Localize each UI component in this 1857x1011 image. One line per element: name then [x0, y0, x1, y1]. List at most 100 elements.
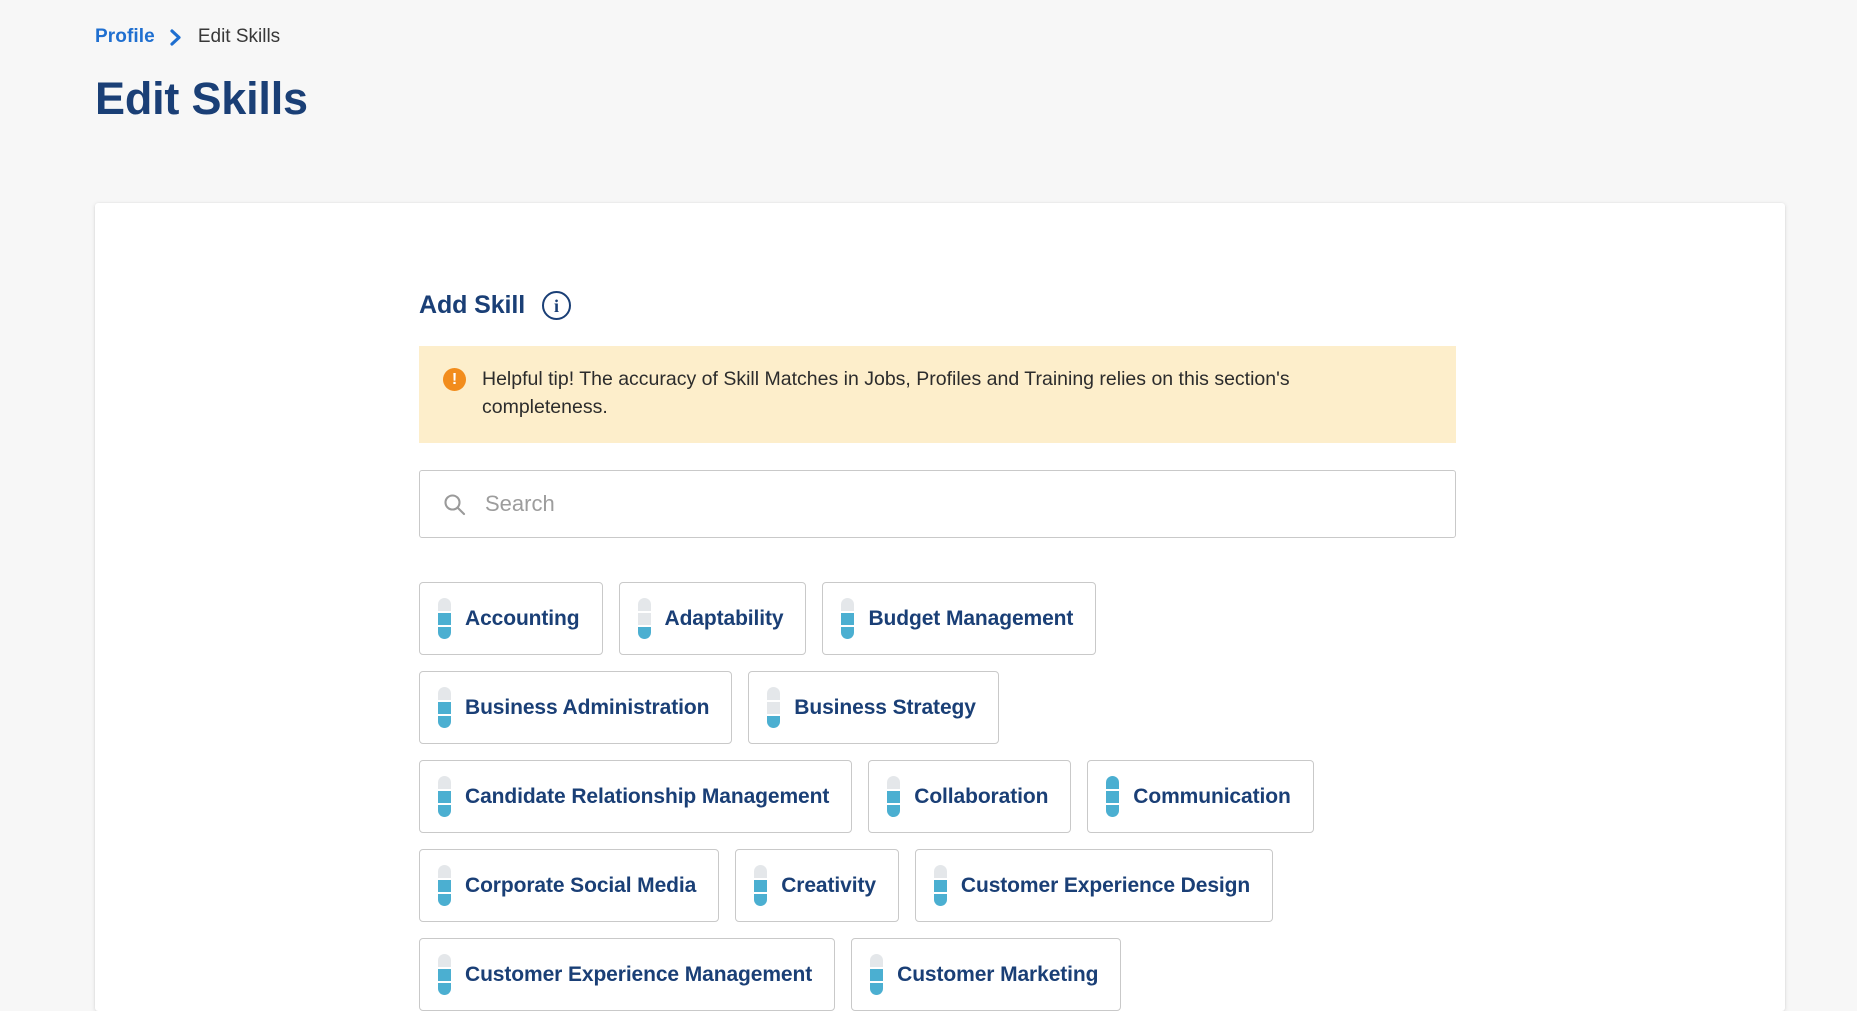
proficiency-segment: [1106, 776, 1120, 789]
page-title: Edit Skills: [95, 73, 308, 124]
proficiency-meter-icon: [438, 598, 451, 640]
add-skill-title: Add Skill: [419, 291, 526, 319]
skill-chip[interactable]: Business Strategy: [748, 671, 999, 745]
info-circle-icon[interactable]: i: [542, 291, 572, 320]
skill-chip-label: Accounting: [465, 606, 580, 630]
proficiency-segment: [438, 954, 451, 967]
skill-chip[interactable]: Business Administration: [419, 671, 733, 745]
proficiency-segment: [933, 865, 947, 878]
breadcrumb-current-edit-skills: Edit Skills: [197, 26, 281, 47]
skill-chip-label: Customer Experience Management: [465, 962, 813, 986]
skill-chip-row: Business Administration Business Strategy: [419, 671, 1785, 745]
proficiency-meter-icon: [933, 865, 947, 907]
proficiency-meter-icon: [438, 776, 451, 818]
skill-chip[interactable]: Customer Marketing: [851, 938, 1122, 1011]
proficiency-meter-icon: [870, 954, 884, 996]
proficiency-segment: [438, 716, 451, 729]
proficiency-segment: [438, 612, 451, 626]
skill-chip[interactable]: Communication: [1087, 760, 1314, 834]
proficiency-segment: [933, 879, 947, 893]
proficiency-meter-icon: [754, 865, 768, 907]
proficiency-segment: [637, 627, 651, 640]
proficiency-segment: [438, 879, 451, 893]
proficiency-segment: [438, 894, 451, 907]
proficiency-segment: [767, 687, 781, 700]
proficiency-segment: [767, 701, 781, 715]
skill-chip-list: Accounting Adaptability Budget Management B…: [419, 582, 1785, 1011]
skill-chip[interactable]: Collaboration: [868, 760, 1072, 834]
proficiency-segment: [438, 790, 451, 804]
skill-chip[interactable]: Creativity: [735, 849, 899, 923]
proficiency-segment: [438, 776, 451, 789]
proficiency-segment: [1106, 805, 1120, 818]
skill-chip-label: Creativity: [781, 873, 876, 897]
proficiency-meter-icon: [887, 776, 901, 818]
proficiency-segment: [887, 790, 901, 804]
proficiency-segment: [438, 627, 451, 640]
proficiency-segment: [1106, 790, 1120, 804]
proficiency-segment: [754, 894, 768, 907]
skill-chip-label: Business Strategy: [794, 695, 976, 719]
skill-chip-label: Business Administration: [465, 695, 710, 719]
chevron-right-icon: [169, 28, 184, 47]
skill-chip-label: Communication: [1133, 784, 1291, 808]
skill-chip-label: Corporate Social Media: [465, 873, 697, 897]
breadcrumb-link-profile[interactable]: Profile: [95, 26, 155, 48]
proficiency-segment: [754, 879, 768, 893]
skill-chip-row: Customer Experience Management Customer M…: [419, 938, 1785, 1011]
proficiency-meter-icon: [841, 598, 855, 640]
skill-chip-row: Candidate Relationship Management Collabo…: [419, 760, 1785, 834]
proficiency-segment: [438, 983, 451, 996]
proficiency-segment: [438, 805, 451, 818]
skill-chip[interactable]: Customer Experience Management: [419, 938, 836, 1011]
proficiency-segment: [637, 612, 651, 626]
skill-chip[interactable]: Customer Experience Design: [914, 849, 1274, 923]
add-skill-header: Add Skill i: [419, 291, 1785, 320]
proficiency-meter-icon: [438, 865, 451, 907]
proficiency-segment: [870, 983, 884, 996]
proficiency-segment: [887, 805, 901, 818]
skill-chip-label: Candidate Relationship Management: [465, 784, 830, 808]
proficiency-segment: [438, 968, 451, 982]
proficiency-meter-icon: [438, 687, 451, 729]
search-icon: [442, 492, 467, 517]
skill-chip-row: Accounting Adaptability Budget Management: [419, 582, 1785, 656]
proficiency-segment: [870, 968, 884, 982]
proficiency-segment: [841, 612, 855, 626]
skill-chip-label: Budget Management: [868, 606, 1074, 630]
search-input[interactable]: [485, 491, 1433, 518]
skill-chip-label: Customer Experience Design: [960, 873, 1251, 897]
proficiency-meter-icon: [767, 687, 781, 729]
proficiency-segment: [438, 865, 451, 878]
proficiency-segment: [637, 598, 651, 611]
proficiency-segment: [754, 865, 768, 878]
search-field[interactable]: [419, 470, 1456, 539]
proficiency-meter-icon: [637, 598, 651, 640]
proficiency-segment: [438, 687, 451, 700]
skill-chip[interactable]: Budget Management: [822, 582, 1097, 656]
proficiency-segment: [841, 598, 855, 611]
proficiency-segment: [438, 701, 451, 715]
skill-chip-label: Adaptability: [664, 606, 784, 630]
skill-chip[interactable]: Corporate Social Media: [419, 849, 720, 923]
skill-chip[interactable]: Accounting: [419, 582, 603, 656]
breadcrumb: Profile Edit Skills: [0, 0, 1857, 47]
proficiency-segment: [841, 627, 855, 640]
skill-chip[interactable]: Candidate Relationship Management: [419, 760, 853, 834]
edit-skills-card: Add Skill i ! Helpful tip! The accuracy …: [95, 203, 1785, 1011]
helpful-tip-text: Helpful tip! The accuracy of Skill Match…: [482, 368, 1290, 418]
proficiency-segment: [933, 894, 947, 907]
proficiency-segment: [887, 776, 901, 789]
proficiency-segment: [767, 716, 781, 729]
skill-chip[interactable]: Adaptability: [618, 582, 807, 656]
proficiency-meter-icon: [1106, 776, 1120, 818]
helpful-tip-banner: ! Helpful tip! The accuracy of Skill Mat…: [419, 346, 1456, 444]
skill-chip-label: Collaboration: [914, 784, 1049, 808]
proficiency-meter-icon: [438, 954, 451, 996]
skill-chip-label: Customer Marketing: [897, 962, 1099, 986]
proficiency-segment: [438, 598, 451, 611]
skill-chip-row: Corporate Social Media Creativity Customer…: [419, 849, 1785, 923]
exclamation-circle-icon: !: [443, 368, 466, 391]
card-content: Add Skill i ! Helpful tip! The accuracy …: [95, 203, 1785, 1011]
proficiency-segment: [870, 954, 884, 967]
